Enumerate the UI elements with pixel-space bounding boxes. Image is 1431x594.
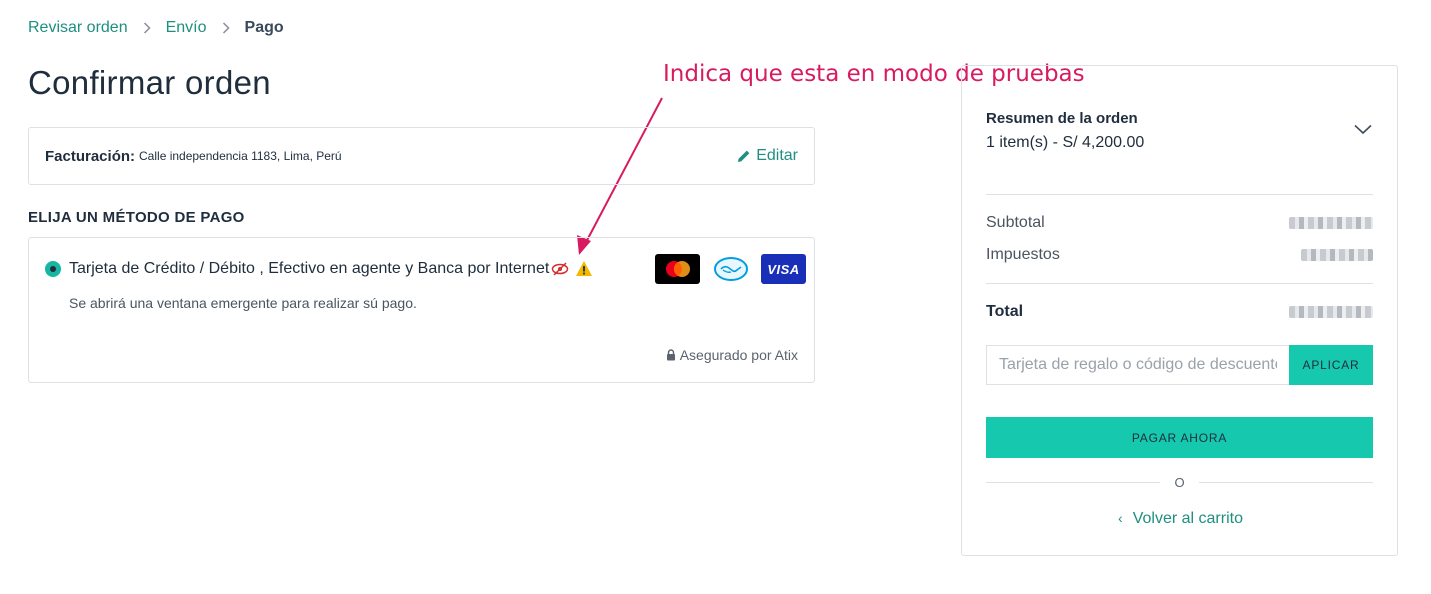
subtotal-label: Subtotal [986,214,1045,231]
breadcrumb-shipping[interactable]: Envío [166,19,207,37]
total-value-blurred [1289,306,1373,318]
billing-address: Calle independencia 1183, Lima, Perú [139,149,342,163]
subtotal-value-blurred [1289,217,1373,229]
divider [986,194,1373,195]
pencil-icon [738,150,750,162]
chevron-right-icon [143,22,151,34]
breadcrumb-review-order[interactable]: Revisar orden [28,19,128,37]
chevron-left-icon: ‹ [1118,510,1123,526]
card-logos: VISA [655,254,806,284]
breadcrumb: Revisar orden Envío Pago [28,19,284,37]
coupon-input[interactable] [986,345,1289,385]
payment-method-note: Se abrirá una ventana emergente para rea… [69,295,417,311]
summary-title: Resumen de la orden [986,110,1138,127]
divider [1198,482,1373,483]
or-text: O [1174,475,1185,490]
secured-by: Asegurado por Atix [666,347,798,363]
edit-label: Editar [756,147,798,164]
divider [986,283,1373,284]
summary-items: 1 item(s) - S/ 4,200.00 [986,134,1145,151]
total-label: Total [986,303,1024,320]
order-summary: Resumen de la orden 1 item(s) - S/ 4,200… [961,65,1398,556]
radio-dot [50,266,56,272]
payment-section-title: ELIJA UN MÉTODO DE PAGO [28,209,245,226]
eye-slash-icon [551,262,569,276]
back-to-cart-link[interactable]: ‹ Volver al carrito [962,510,1399,528]
taxes-value-blurred [1301,249,1373,261]
mastercard-icon [655,254,700,284]
mercadopago-icon [708,254,753,284]
payment-method-label[interactable]: Tarjeta de Crédito / Débito , Efectivo e… [69,260,549,278]
chevron-down-icon[interactable] [1354,124,1372,135]
divider [986,482,1161,483]
secured-by-label: Asegurado por Atix [679,347,798,363]
back-to-cart-label: Volver al carrito [1132,510,1243,527]
lock-icon [666,349,675,361]
edit-billing-link[interactable]: Editar [737,147,798,165]
breadcrumb-payment: Pago [244,19,284,36]
taxes-label: Impuestos [986,246,1060,263]
visa-icon: VISA [761,254,806,284]
billing-label: Facturación: [45,147,136,165]
warning-icon [576,261,592,276]
payment-method-radio[interactable] [45,261,61,277]
apply-coupon-button[interactable]: APLICAR [1289,345,1373,385]
pay-now-button[interactable]: PAGAR AHORA [986,417,1373,458]
payment-method-box: Tarjeta de Crédito / Débito , Efectivo e… [28,237,815,383]
chevron-right-icon [222,22,230,34]
or-separator: O [986,475,1373,490]
page-title: Confirmar orden [28,64,271,101]
billing-box: Facturación: Calle independencia 1183, L… [28,127,815,185]
